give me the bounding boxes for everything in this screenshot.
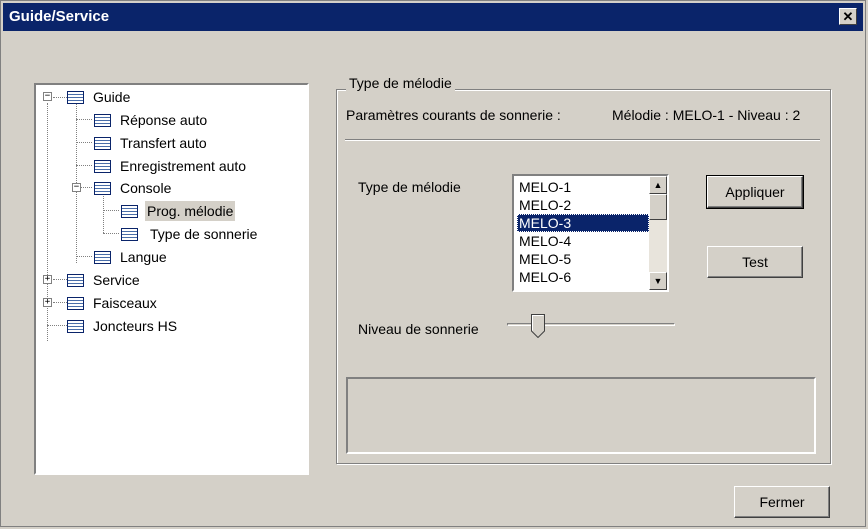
- apply-button[interactable]: Appliquer: [706, 175, 804, 209]
- list-item[interactable]: MELO-5: [517, 250, 649, 268]
- separator: [345, 139, 820, 141]
- tree-item-label: Type de sonnerie: [150, 226, 258, 242]
- tree-item-guide[interactable]: − Guide: [36, 87, 296, 107]
- node-icon: [94, 160, 111, 173]
- tree-item-reponse-auto[interactable]: Réponse auto: [36, 110, 296, 130]
- tree-item-transfert-auto[interactable]: Transfert auto: [36, 133, 296, 153]
- ring-level-slider-thumb[interactable]: [531, 314, 545, 338]
- list-item[interactable]: MELO-6: [517, 268, 649, 286]
- test-button[interactable]: Test: [707, 246, 803, 278]
- list-item[interactable]: MELO-4: [517, 232, 649, 250]
- navigation-tree[interactable]: − Guide Réponse auto Transfert auto Enre…: [34, 83, 309, 475]
- node-icon: [94, 114, 111, 127]
- melody-type-label: Type de mélodie: [358, 179, 461, 195]
- listbox-scrollbar[interactable]: ▲ ▼: [649, 176, 667, 290]
- melody-listbox[interactable]: MELO-1 MELO-2 MELO-3 MELO-4 MELO-5 MELO-…: [512, 174, 669, 292]
- expand-icon[interactable]: +: [43, 275, 52, 284]
- node-icon: [94, 182, 111, 195]
- node-icon: [67, 274, 84, 287]
- tree-item-type-de-sonnerie[interactable]: Type de sonnerie: [36, 224, 296, 244]
- tree-item-label: Prog. mélodie: [145, 201, 236, 221]
- tree-item-service[interactable]: + Service: [36, 270, 296, 290]
- tree-item-label: Service: [93, 272, 140, 288]
- node-icon: [67, 297, 84, 310]
- scroll-down-icon[interactable]: ▼: [649, 272, 667, 290]
- group-legend: Type de mélodie: [346, 75, 455, 91]
- list-item-selected[interactable]: MELO-3: [517, 214, 649, 232]
- tree-item-label: Transfert auto: [120, 135, 207, 151]
- info-panel: [346, 377, 816, 454]
- list-item[interactable]: MELO-2: [517, 196, 649, 214]
- tree-item-label: Guide: [93, 89, 131, 105]
- tree-item-label: Réponse auto: [120, 112, 208, 128]
- title-bar[interactable]: Guide/Service ✕: [3, 3, 863, 31]
- node-icon: [121, 228, 138, 241]
- tree-item-prog-melodie[interactable]: Prog. mélodie: [36, 201, 296, 221]
- collapse-icon[interactable]: −: [72, 183, 81, 192]
- tree-item-console[interactable]: − Console: [36, 178, 296, 198]
- node-icon: [94, 137, 111, 150]
- scroll-thumb[interactable]: [649, 194, 667, 220]
- close-button[interactable]: Fermer: [734, 486, 830, 518]
- close-window-button[interactable]: ✕: [839, 8, 857, 25]
- guide-service-window: Guide/Service ✕ − Guide Réponse auto Tra…: [0, 0, 866, 527]
- node-icon: [67, 91, 84, 104]
- tree-item-label: Joncteurs HS: [93, 318, 178, 334]
- tree-item-joncteurs-hs[interactable]: Joncteurs HS: [36, 316, 296, 336]
- window-title: Guide/Service: [9, 8, 110, 25]
- tree-item-label: Langue: [120, 249, 167, 265]
- tree-item-label: Faisceaux: [93, 295, 157, 311]
- current-params-value: Mélodie : MELO-1 - Niveau : 2: [612, 107, 801, 123]
- node-icon: [121, 205, 138, 218]
- current-params-label: Paramètres courants de sonnerie :: [346, 107, 561, 123]
- tree-item-langue[interactable]: Langue: [36, 247, 296, 267]
- ring-level-label: Niveau de sonnerie: [358, 321, 479, 337]
- tree-item-label: Enregistrement auto: [120, 158, 247, 174]
- tree-item-label: Console: [120, 180, 172, 196]
- collapse-icon[interactable]: −: [43, 92, 52, 101]
- list-item[interactable]: MELO-1: [517, 178, 649, 196]
- scroll-up-icon[interactable]: ▲: [649, 176, 667, 194]
- expand-icon[interactable]: +: [43, 298, 52, 307]
- node-icon: [67, 320, 84, 333]
- tree-item-enregistrement-auto[interactable]: Enregistrement auto: [36, 156, 296, 176]
- node-icon: [94, 251, 111, 264]
- tree-item-faisceaux[interactable]: + Faisceaux: [36, 293, 296, 313]
